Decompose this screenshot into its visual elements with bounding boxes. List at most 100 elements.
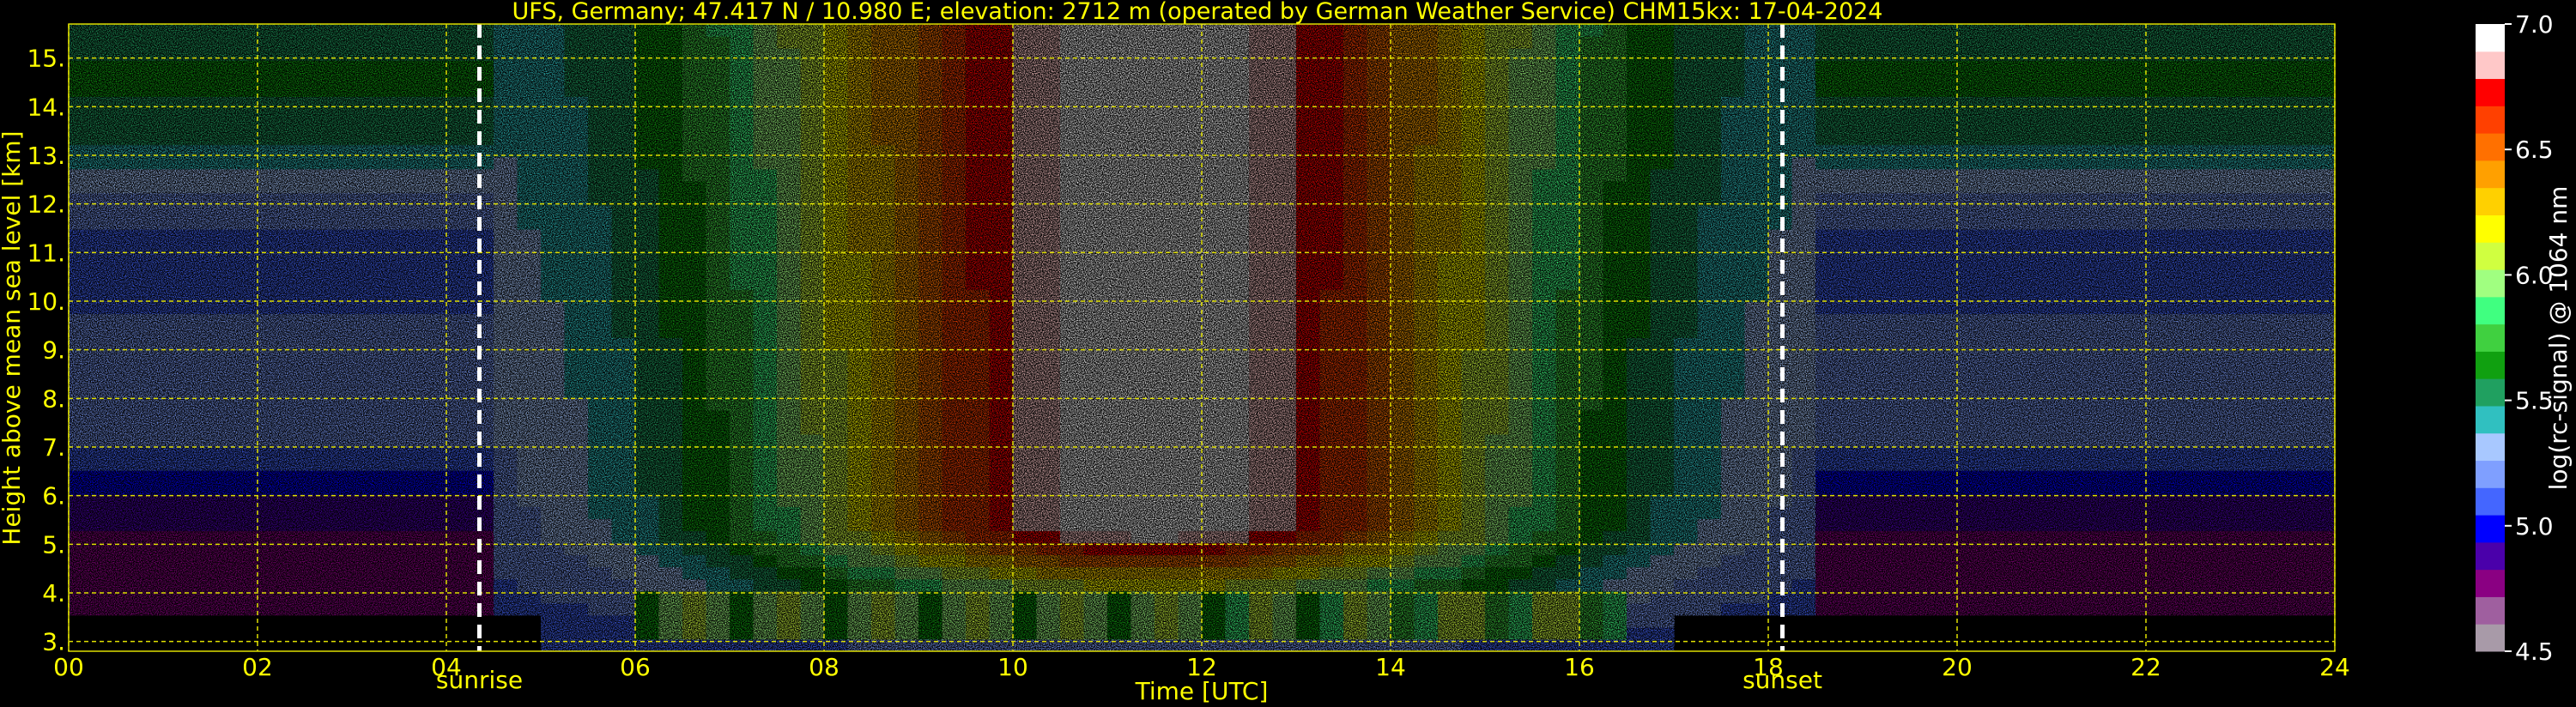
heat-cell <box>517 277 542 290</box>
heat-cell <box>894 337 919 351</box>
heat-cell <box>1603 168 1627 182</box>
heat-cell <box>163 494 188 507</box>
heat-cell <box>1296 325 1321 339</box>
heat-cell <box>800 458 825 471</box>
heat-cell <box>918 566 943 580</box>
heat-cell <box>1155 554 1179 568</box>
heat-cell <box>541 204 566 218</box>
heat-cell <box>1674 60 1699 73</box>
heat-cell <box>588 132 613 146</box>
heat-cell <box>966 566 991 580</box>
heat-cell <box>1083 578 1108 592</box>
heat-cell <box>470 494 494 507</box>
heat-cell <box>1107 614 1132 628</box>
heat-cell <box>517 60 542 73</box>
heat-cell <box>1060 216 1085 230</box>
heat-cell <box>777 24 802 37</box>
heat-cell <box>281 566 306 580</box>
heat-cell <box>942 494 967 507</box>
heat-cell <box>517 566 542 580</box>
heat-cell <box>375 48 400 61</box>
heat-cell <box>163 24 188 37</box>
heat-cell <box>1319 470 1344 483</box>
heat-cell <box>1744 337 1769 351</box>
heat-cell <box>328 530 353 544</box>
heat-cell <box>2193 385 2218 399</box>
heat-cell <box>753 458 778 471</box>
heat-cell <box>635 482 660 495</box>
heat-cell <box>1249 253 1274 266</box>
heat-cell <box>1791 482 1816 495</box>
heat-cell <box>706 156 730 170</box>
heat-cell <box>281 421 306 435</box>
heat-cell <box>1910 204 1935 218</box>
heat-cell <box>69 494 94 507</box>
heat-cell <box>1508 168 1533 182</box>
heat-cell <box>635 566 660 580</box>
heat-cell <box>1391 530 1415 544</box>
heat-cell <box>1225 132 1250 146</box>
heat-cell <box>233 470 258 483</box>
heat-cell <box>753 421 778 435</box>
heat-cell <box>1296 470 1321 483</box>
heat-cell <box>1650 578 1675 592</box>
heat-cell <box>2052 72 2076 85</box>
heat-cell <box>1555 433 1580 447</box>
heat-cell <box>1060 361 1085 375</box>
heat-cell <box>541 554 566 568</box>
heat-cell <box>1933 373 1958 387</box>
heat-cell <box>1910 397 1935 411</box>
heat-cell <box>1202 216 1227 230</box>
heat-cell <box>706 325 730 339</box>
heat-cell <box>1060 325 1085 339</box>
heat-cell <box>1272 301 1297 314</box>
heat-cell <box>210 542 235 556</box>
heat-cell <box>611 96 636 110</box>
heat-cell <box>1697 24 1722 37</box>
heat-cell <box>894 349 919 363</box>
heat-cell <box>2099 241 2124 254</box>
heat-cell <box>1603 48 1627 61</box>
heat-cell <box>92 554 117 568</box>
heat-cell <box>564 530 589 544</box>
heat-cell <box>1296 301 1321 314</box>
heat-cell <box>258 578 282 592</box>
heat-cell <box>1674 397 1699 411</box>
heat-cell <box>1178 289 1203 302</box>
heat-cell <box>1036 397 1061 411</box>
heat-cell <box>2099 506 2124 519</box>
heat-cell <box>635 144 660 158</box>
heat-cell <box>352 349 377 363</box>
heat-cell <box>989 458 1014 471</box>
heat-cell <box>1272 325 1297 339</box>
heat-cell <box>328 518 353 532</box>
heat-cell <box>92 156 117 170</box>
heat-cell <box>210 433 235 447</box>
heat-cell <box>1107 518 1132 532</box>
heat-cell <box>1532 409 1557 423</box>
heat-cell <box>2193 506 2218 519</box>
heat-cell <box>1839 373 1864 387</box>
heat-cell <box>1980 277 2005 290</box>
heat-cell <box>1815 602 1840 616</box>
heat-cell <box>1107 361 1132 375</box>
heat-cell <box>1296 337 1321 351</box>
heat-cell <box>2311 566 2336 580</box>
heat-cell <box>588 168 613 182</box>
heat-cell <box>517 602 542 616</box>
heat-cell <box>1627 216 1652 230</box>
heat-cell <box>1603 349 1627 363</box>
heat-cell <box>1202 554 1227 568</box>
heat-cell <box>1107 482 1132 495</box>
heat-cell <box>942 373 967 387</box>
heat-cell <box>847 470 872 483</box>
heat-cell <box>1060 60 1085 73</box>
heat-cell <box>517 120 542 134</box>
heat-cell <box>894 204 919 218</box>
heat-cell <box>611 530 636 544</box>
heat-cell <box>1555 421 1580 435</box>
heat-cell <box>635 241 660 254</box>
heat-cell <box>233 216 258 230</box>
heat-cell <box>163 48 188 61</box>
heat-cell <box>706 614 730 628</box>
